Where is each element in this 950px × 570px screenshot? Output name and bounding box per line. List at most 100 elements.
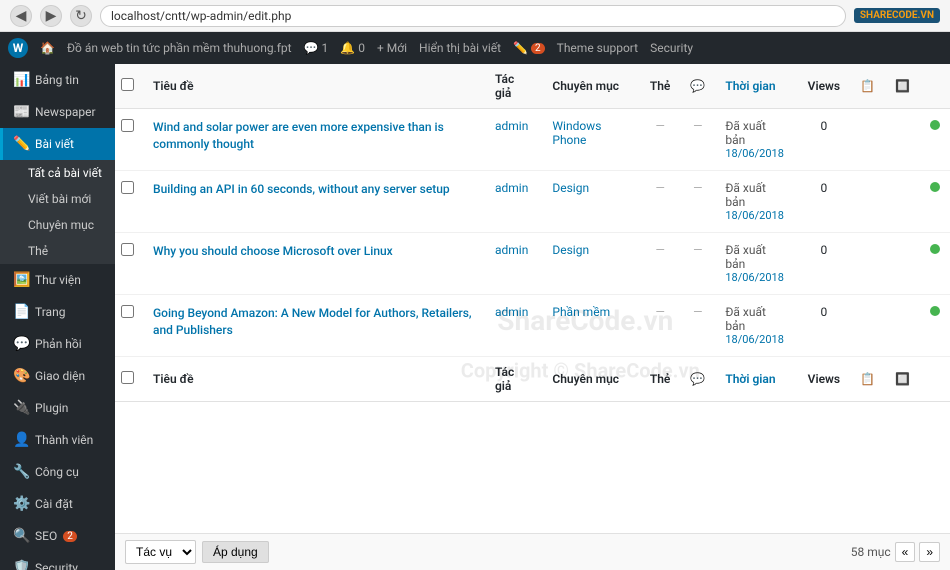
row-checkbox[interactable] — [121, 181, 134, 194]
author-link[interactable]: admin — [495, 181, 528, 195]
row-checkbox-cell[interactable] — [115, 295, 143, 357]
table-row: Building an API in 60 seconds, without a… — [115, 171, 950, 233]
sidebar-item-cong-cu[interactable]: 🔧 Công cụ — [0, 456, 115, 488]
post-title-link[interactable]: Wind and solar power are even more expen… — [153, 120, 444, 151]
site-name[interactable]: Đồ án web tin tức phần mềm thuhuong.fpt — [67, 41, 292, 55]
row-author-cell: admin — [485, 109, 542, 171]
author-link[interactable]: admin — [495, 119, 528, 133]
row-status-cell: Đã xuất bản18/06/2018 — [715, 171, 797, 233]
row-comment-cell: — — [680, 171, 715, 233]
row-checkbox[interactable] — [121, 305, 134, 318]
row-comment-cell: — — [680, 109, 715, 171]
status-dot — [930, 244, 940, 254]
row-checkbox-cell[interactable] — [115, 233, 143, 295]
sidebar-sub-item-viet-moi[interactable]: Viết bài mới — [18, 186, 115, 212]
sharecode-logo: SHARECODE.VN — [854, 8, 940, 23]
author-column-header: Tác giả — [485, 64, 542, 109]
sidebar-item-label: Newspaper — [35, 105, 96, 119]
comments-icon: 💬 — [13, 336, 29, 352]
sidebar-sub-item-chuyen-muc[interactable]: Chuyên mục — [18, 212, 115, 238]
row-title-cell: Wind and solar power are even more expen… — [143, 109, 485, 171]
sidebar-item-label: SEO — [35, 529, 57, 543]
row-tags-cell: — — [640, 233, 681, 295]
author-link[interactable]: admin — [495, 305, 528, 319]
sidebar-item-trang[interactable]: 📄 Trang — [0, 296, 115, 328]
category-footer: Chuyên mục — [542, 357, 639, 402]
home-icon[interactable]: 🏠 — [40, 41, 55, 55]
col-icon1-header: 📋 — [850, 64, 885, 109]
sidebar-item-newspaper[interactable]: 📰 Newspaper — [0, 96, 115, 128]
category-link[interactable]: Design — [552, 181, 589, 195]
post-title-link[interactable]: Building an API in 60 seconds, without a… — [153, 182, 450, 196]
row-status-cell: Đã xuất bản18/06/2018 — [715, 295, 797, 357]
post-title-link[interactable]: Going Beyond Amazon: A New Model for Aut… — [153, 306, 472, 337]
category-column-header: Chuyên mục — [542, 64, 639, 109]
row-checkbox-cell[interactable] — [115, 171, 143, 233]
sidebar-item-thu-vien[interactable]: 🖼️ Thư viện — [0, 264, 115, 296]
sidebar-item-security[interactable]: 🛡️ Security — [0, 552, 115, 570]
prev-page-button[interactable]: « — [895, 542, 916, 562]
row-dot-cell — [920, 171, 950, 233]
sidebar-item-giao-dien[interactable]: 🎨 Giao diện — [0, 360, 115, 392]
row-dot-cell — [920, 109, 950, 171]
apply-button[interactable]: Áp dụng — [202, 541, 269, 563]
title-column-header[interactable]: Tiêu đề — [143, 64, 485, 109]
row-checkbox[interactable] — [121, 119, 134, 132]
row-icon2-cell — [885, 109, 920, 171]
row-category-cell: Design — [542, 171, 639, 233]
dashboard-icon: 📊 — [13, 72, 29, 88]
category-link[interactable]: Design — [552, 243, 589, 257]
tags-footer: Thẻ — [640, 357, 681, 402]
sidebar-sub-item-tat-ca[interactable]: Tất cả bài viết — [18, 160, 115, 186]
sidebar-item-cai-dat[interactable]: ⚙️ Cài đặt — [0, 488, 115, 520]
security-link[interactable]: Security — [650, 41, 693, 55]
col-dot-header — [920, 64, 950, 109]
url-bar[interactable]: localhost/cntt/wp-admin/edit.php — [100, 5, 846, 27]
row-dot-cell — [920, 233, 950, 295]
sidebar-item-seo[interactable]: 🔍 SEO 2 — [0, 520, 115, 552]
forward-button[interactable]: ▶ — [40, 5, 62, 27]
row-views-cell: 0 — [798, 171, 850, 233]
row-title-cell: Why you should choose Microsoft over Lin… — [143, 233, 485, 295]
media-icon: 🖼️ — [13, 272, 29, 288]
view-posts-link[interactable]: Hiển thị bài viết — [419, 41, 501, 55]
table-row: Going Beyond Amazon: A New Model for Aut… — [115, 295, 950, 357]
back-button[interactable]: ◀ — [10, 5, 32, 27]
bulk-action-select[interactable]: Tác vụ — [125, 540, 196, 564]
settings-icon: ⚙️ — [13, 496, 29, 512]
sidebar-item-bang-tin[interactable]: 📊 Bảng tin — [0, 64, 115, 96]
row-checkbox-cell[interactable] — [115, 109, 143, 171]
sidebar-item-phan-hoi[interactable]: 💬 Phản hồi — [0, 328, 115, 360]
row-icon1-cell — [850, 109, 885, 171]
icon1-footer: 📋 — [850, 357, 885, 402]
row-checkbox[interactable] — [121, 243, 134, 256]
new-button[interactable]: + Mới — [377, 41, 407, 55]
comment-footer: 💬 — [680, 357, 715, 402]
post-title-link[interactable]: Why you should choose Microsoft over Lin… — [153, 244, 393, 258]
category-link[interactable]: Windows Phone — [552, 119, 601, 147]
main-layout: 📊 Bảng tin 📰 Newspaper ✏️ Bài viết Tất c… — [0, 64, 950, 570]
sidebar-item-plugin[interactable]: 🔌 Plugin — [0, 392, 115, 424]
item-count: 58 mục — [851, 545, 891, 559]
dot-footer — [920, 357, 950, 402]
select-all-footer[interactable] — [115, 357, 143, 402]
sidebar-item-bai-viet[interactable]: ✏️ Bài viết — [0, 128, 115, 160]
title-footer: Tiêu đề — [143, 357, 485, 402]
pagination-group: 58 mục « » — [851, 542, 940, 562]
sidebar-sub-bai-viet: Tất cả bài viết Viết bài mới Chuyên mục … — [0, 160, 115, 264]
next-page-button[interactable]: » — [919, 542, 940, 562]
row-icon2-cell — [885, 171, 920, 233]
select-all-checkbox-footer[interactable] — [121, 371, 134, 384]
content-wrapper: ShareCode.vn Copyright © ShareCode.vn Ti… — [115, 64, 950, 570]
category-link[interactable]: Phần mềm — [552, 305, 610, 319]
author-link[interactable]: admin — [495, 243, 528, 257]
select-all-checkbox[interactable] — [121, 78, 134, 91]
sidebar-sub-item-the[interactable]: Thẻ — [18, 238, 115, 264]
theme-support-link[interactable]: Theme support — [557, 41, 638, 55]
sidebar-item-thanh-vien[interactable]: 👤 Thành viên — [0, 424, 115, 456]
row-category-cell: Windows Phone — [542, 109, 639, 171]
refresh-button[interactable]: ↻ — [70, 5, 92, 27]
row-tags-cell: — — [640, 109, 681, 171]
date-column-header[interactable]: Thời gian — [715, 64, 797, 109]
select-all-header[interactable] — [115, 64, 143, 109]
